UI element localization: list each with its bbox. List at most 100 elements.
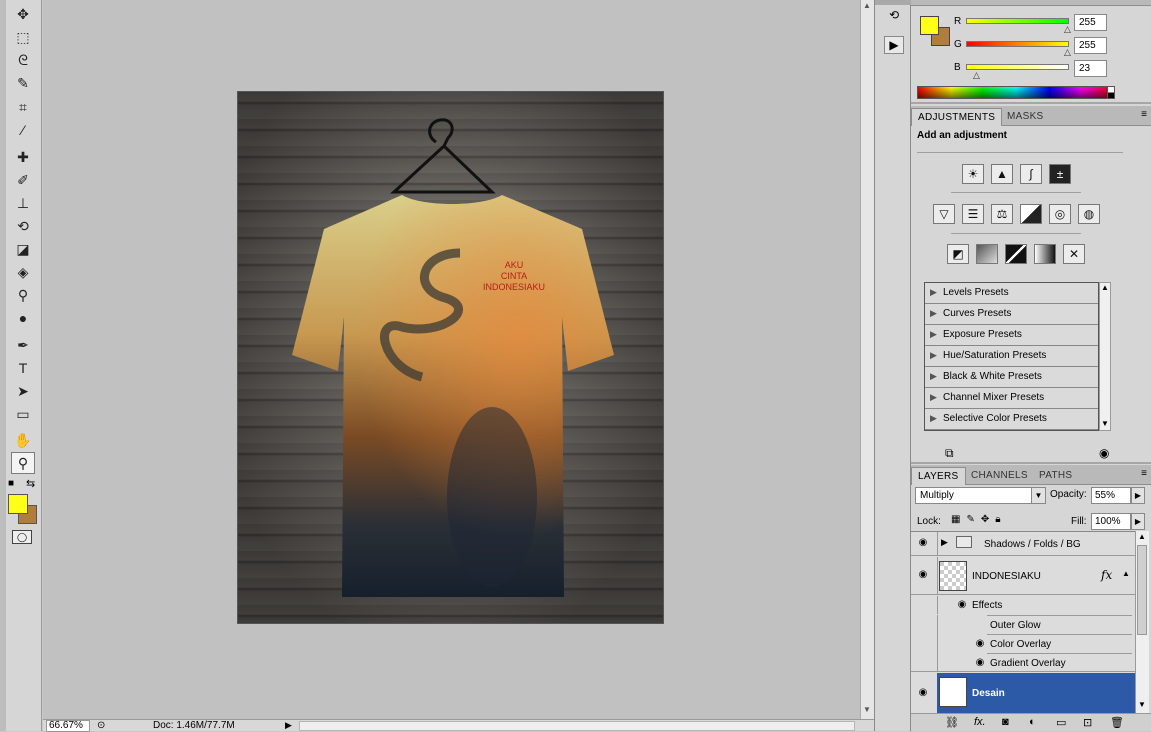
- exposure-icon[interactable]: ±: [1049, 164, 1071, 184]
- crop-tool-icon[interactable]: ⌗: [11, 96, 35, 118]
- expand-arrow-icon[interactable]: ▶: [930, 287, 937, 298]
- tab-masks[interactable]: MASKS: [1001, 108, 1050, 126]
- expand-arrow-icon[interactable]: ▶: [930, 413, 937, 424]
- opacity-slider-arrow-icon[interactable]: ▶: [1131, 487, 1145, 504]
- scroll-down-icon[interactable]: ▼: [1101, 419, 1109, 428]
- visibility-eye-icon[interactable]: ◉: [914, 687, 932, 698]
- visibility-eye-icon[interactable]: ◉: [971, 657, 989, 668]
- burn-tool-icon[interactable]: ●: [11, 307, 35, 329]
- gradient-map-icon[interactable]: [1034, 244, 1056, 264]
- tab-channels[interactable]: CHANNELS: [965, 467, 1034, 485]
- lock-transparency-icon[interactable]: ▦: [951, 514, 966, 525]
- scroll-up-icon[interactable]: ▲: [1101, 283, 1109, 292]
- shape-tool-icon[interactable]: ▭: [11, 403, 35, 425]
- preset-item[interactable]: ▶ Curves Presets: [925, 304, 1098, 325]
- blue-slider-track[interactable]: [966, 64, 1069, 70]
- document-image[interactable]: AKU CINTA INDONESIAKU: [237, 91, 664, 624]
- zoom-level-field[interactable]: 66.67%: [46, 720, 90, 732]
- dodge-tool-icon[interactable]: ⚲: [11, 284, 35, 306]
- expand-arrow-icon[interactable]: ▶: [930, 308, 937, 319]
- collapse-effects-icon[interactable]: ▲: [1122, 569, 1130, 578]
- red-value-input[interactable]: 255: [1074, 14, 1107, 31]
- actions-panel-icon[interactable]: ▶: [884, 36, 904, 54]
- quick-selection-tool-icon[interactable]: ✎: [11, 72, 35, 94]
- eraser-tool-icon[interactable]: ◪: [11, 238, 35, 260]
- selective-color-icon[interactable]: ✕: [1063, 244, 1085, 264]
- green-slider-track[interactable]: [966, 41, 1069, 47]
- green-slider-thumb[interactable]: △: [1064, 47, 1071, 58]
- clone-stamp-tool-icon[interactable]: ⊥: [11, 192, 35, 214]
- visibility-eye-icon[interactable]: ◉: [914, 537, 932, 548]
- status-info-icon[interactable]: ⊙: [97, 720, 105, 731]
- layer-row[interactable]: ◉ INDONESIAKU fx ▲: [911, 557, 1135, 595]
- blue-slider-thumb[interactable]: △: [973, 70, 980, 81]
- visibility-eye-icon[interactable]: ◉: [914, 569, 932, 580]
- tab-paths[interactable]: PATHS: [1033, 467, 1078, 485]
- quick-mask-button[interactable]: ◯: [12, 530, 32, 544]
- color-balance-icon[interactable]: ⚖: [991, 204, 1013, 224]
- black-white-icon[interactable]: [1020, 204, 1042, 224]
- swap-colors-icon[interactable]: ⇆: [26, 477, 35, 490]
- visibility-eye-icon[interactable]: ◉: [953, 599, 971, 610]
- blend-mode-select[interactable]: Multiply ▼: [915, 487, 1046, 504]
- link-layers-icon[interactable]: ⛓: [945, 716, 959, 729]
- effect-row-outer-glow[interactable]: Outer Glow: [911, 615, 1135, 634]
- visibility-eye-icon[interactable]: ◉: [971, 638, 989, 649]
- panel-menu-icon[interactable]: ≡: [1141, 109, 1147, 120]
- levels-icon[interactable]: ▲: [991, 164, 1013, 184]
- tab-adjustments[interactable]: ADJUSTMENTS: [911, 108, 1003, 126]
- add-style-icon[interactable]: fx.: [974, 716, 986, 728]
- expand-arrow-icon[interactable]: ▶: [941, 537, 948, 548]
- effect-row-color-overlay[interactable]: ◉ Color Overlay: [911, 634, 1135, 653]
- foreground-color-swatch[interactable]: [8, 494, 28, 514]
- expand-arrow-icon[interactable]: ▶: [930, 392, 937, 403]
- expanded-view-icon[interactable]: ⧉: [945, 446, 954, 461]
- paint-bucket-tool-icon[interactable]: ◈: [11, 261, 35, 283]
- channel-mixer-icon[interactable]: ◍: [1078, 204, 1100, 224]
- color-panel-foreground-swatch[interactable]: [920, 16, 939, 35]
- layer-group-row[interactable]: ◉ ▶ Shadows / Folds / BG: [911, 532, 1135, 556]
- lasso-tool-icon[interactable]: ᘓ: [11, 49, 35, 71]
- clip-to-layer-icon[interactable]: ◉: [1099, 446, 1109, 460]
- canvas-area[interactable]: AKU CINTA INDONESIAKU: [43, 0, 860, 719]
- preset-item[interactable]: ▶ Channel Mixer Presets: [925, 388, 1098, 409]
- default-colors-icon[interactable]: ■: [8, 478, 14, 489]
- history-panel-icon[interactable]: ⟲: [884, 6, 904, 24]
- brightness-contrast-icon[interactable]: ☀: [962, 164, 984, 184]
- threshold-icon[interactable]: [1005, 244, 1027, 264]
- canvas-vertical-scrollbar[interactable]: ▲ ▼: [860, 0, 874, 719]
- path-selection-tool-icon[interactable]: ➤: [11, 380, 35, 402]
- scroll-up-icon[interactable]: ▲: [1138, 532, 1146, 541]
- preset-item[interactable]: ▶ Selective Color Presets: [925, 409, 1098, 430]
- lock-all-icon[interactable]: 🔒︎: [995, 514, 1006, 525]
- fill-input[interactable]: 100%: [1091, 513, 1131, 530]
- panel-menu-icon[interactable]: ≡: [1141, 468, 1147, 479]
- new-group-icon[interactable]: ▭: [1056, 716, 1066, 729]
- brush-tool-icon[interactable]: ✐: [11, 169, 35, 191]
- scroll-down-icon[interactable]: ▼: [1138, 700, 1146, 709]
- hand-tool-icon[interactable]: ✋: [11, 429, 35, 451]
- canvas-horizontal-scrollbar[interactable]: [299, 721, 855, 731]
- lock-position-icon[interactable]: ✥: [981, 514, 995, 525]
- healing-brush-tool-icon[interactable]: ✚: [11, 146, 35, 168]
- layer-row-selected[interactable]: ◉ Desain: [911, 673, 1135, 713]
- green-value-input[interactable]: 255: [1074, 37, 1107, 54]
- toolbar-grip[interactable]: [0, 0, 6, 731]
- preset-item[interactable]: ▶ Hue/Saturation Presets: [925, 346, 1098, 367]
- curves-icon[interactable]: ∫: [1020, 164, 1042, 184]
- presets-scrollbar[interactable]: ▲ ▼: [1099, 282, 1111, 431]
- blue-value-input[interactable]: 23: [1074, 60, 1107, 77]
- effects-row[interactable]: ◉ Effects: [911, 596, 1135, 614]
- type-tool-icon[interactable]: T: [11, 357, 35, 379]
- expand-arrow-icon[interactable]: ▶: [930, 371, 937, 382]
- vibrance-icon[interactable]: ▽: [933, 204, 955, 224]
- preset-item[interactable]: ▶ Levels Presets: [925, 283, 1098, 304]
- status-menu-arrow-icon[interactable]: ▶: [285, 720, 292, 731]
- effect-row-gradient-overlay[interactable]: ◉ Gradient Overlay: [911, 653, 1135, 672]
- lock-pixels-icon[interactable]: ✎: [966, 514, 980, 525]
- red-slider-track[interactable]: [966, 18, 1069, 24]
- red-slider-thumb[interactable]: △: [1064, 24, 1071, 35]
- photo-filter-icon[interactable]: ◎: [1049, 204, 1071, 224]
- scroll-up-icon[interactable]: ▲: [863, 1, 871, 10]
- fill-slider-arrow-icon[interactable]: ▶: [1131, 513, 1145, 530]
